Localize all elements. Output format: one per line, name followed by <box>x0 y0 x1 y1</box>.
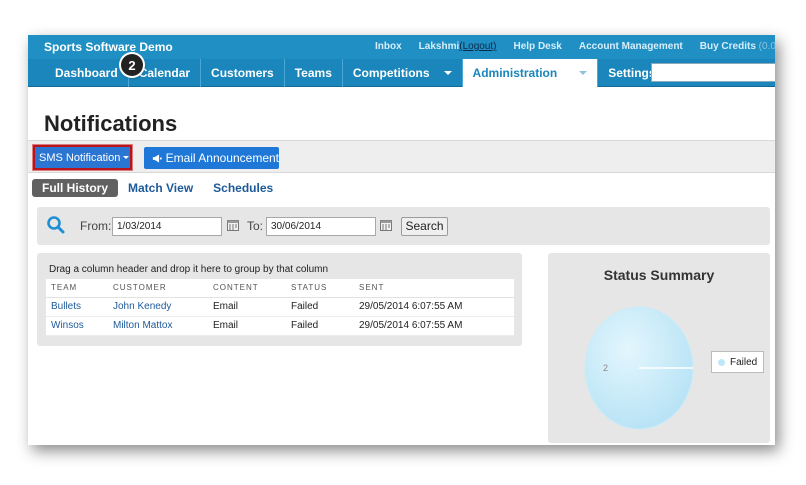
nav-search-input[interactable] <box>651 63 775 82</box>
cell-sent: 29/05/2014 6:07:55 AM <box>354 297 514 317</box>
tab-match-view[interactable]: Match View <box>118 179 203 197</box>
cell-content: Email <box>208 297 286 317</box>
nav-item-label: Competitions <box>352 66 430 80</box>
nav-item-label: Customers <box>211 66 274 80</box>
from-date-input[interactable] <box>112 217 222 236</box>
to-label: To: <box>247 219 264 233</box>
group-by-drop-zone[interactable]: Drag a column header and drop it here to… <box>49 264 328 275</box>
action-bar: SMS Notification Email Announcement <box>28 140 775 173</box>
tab-schedules[interactable]: Schedules <box>203 179 283 197</box>
page-title: Notifications <box>44 111 178 136</box>
pie-slice-label: 2 <box>603 363 608 373</box>
nav-item-label: Administration <box>472 66 558 80</box>
cell-customer[interactable]: John Kenedy <box>108 297 208 317</box>
nav-item-label: Calendar <box>138 66 191 80</box>
cell-content: Email <box>208 316 286 336</box>
cell-status: Failed <box>286 316 354 336</box>
nav-item-teams[interactable]: Teams <box>283 59 342 87</box>
cell-team[interactable]: Bullets <box>46 297 108 317</box>
nav-item-label: Dashboard <box>55 66 118 80</box>
logout-link[interactable]: (Logout) <box>459 41 496 52</box>
email-announcement-button[interactable]: Email Announcement <box>144 147 279 169</box>
notification-table: TEAM CUSTOMER CONTENT STATUS SENT Bullets Joh… <box>46 279 514 336</box>
buy-credits-link[interactable]: Buy Credits (0.0) <box>700 41 775 52</box>
brand-title: Sports Software Demo <box>44 40 173 54</box>
nav-item-administration[interactable]: Administration <box>461 59 598 87</box>
step-marker-badge: 2 <box>121 54 143 76</box>
user-menu[interactable]: Lakshmi(Logout) <box>419 41 497 52</box>
column-header-sent[interactable]: SENT <box>354 279 514 298</box>
table-row[interactable]: Winsos Milton Mattox Email Failed 29/05/2014… <box>46 316 514 336</box>
chevron-down-icon <box>579 71 588 75</box>
email-announcement-label: Email Announcement <box>165 151 279 165</box>
top-bar: Sports Software Demo Inbox Lakshmi(Logou… <box>28 35 775 59</box>
tab-full-history[interactable]: Full History <box>32 179 119 197</box>
app-window: Sports Software Demo Inbox Lakshmi(Logou… <box>28 35 775 445</box>
calendar-icon[interactable] <box>380 219 392 231</box>
chevron-down-icon <box>123 156 130 159</box>
nav-item-customers[interactable]: Customers <box>200 59 284 87</box>
column-header-content[interactable]: CONTENT <box>208 279 286 298</box>
table-row[interactable]: Bullets John Kenedy Email Failed 29/05/2014 … <box>46 297 514 317</box>
status-pie-chart: 2 <box>584 306 694 430</box>
sms-notification-button[interactable]: SMS Notification <box>33 145 132 170</box>
status-summary-title: Status Summary <box>603 267 715 283</box>
column-header-status[interactable]: STATUS <box>286 279 354 298</box>
nav-item-competitions[interactable]: Competitions <box>341 59 462 87</box>
megaphone-icon <box>152 154 162 162</box>
to-date-input[interactable] <box>266 217 376 236</box>
table-body: Bullets John Kenedy Email Failed 29/05/2014 … <box>46 297 514 336</box>
date-filter-bar: From: To: Search <box>37 207 770 245</box>
column-header-customer[interactable]: CUSTOMER <box>108 279 208 298</box>
cell-team[interactable]: Winsos <box>46 316 108 336</box>
cell-status: Failed <box>286 297 354 317</box>
from-label: From: <box>80 219 112 233</box>
cell-sent: 29/05/2014 6:07:55 AM <box>354 316 514 336</box>
buy-credits-label: Buy Credits <box>699 41 756 52</box>
cell-customer[interactable]: Milton Mattox <box>108 316 208 336</box>
chevron-down-icon <box>443 71 452 75</box>
search-button[interactable]: Search <box>401 217 448 236</box>
help-desk-link[interactable]: Help Desk <box>514 41 562 52</box>
legend-swatch <box>718 358 725 366</box>
calendar-icon[interactable] <box>227 219 239 231</box>
credits-balance: (0.0) <box>758 41 775 52</box>
account-management-link[interactable]: Account Management <box>579 41 683 52</box>
view-tabs: Full History Match View Schedules <box>32 179 283 197</box>
table-header-row: TEAM CUSTOMER CONTENT STATUS SENT <box>46 279 514 298</box>
nav-item-dashboard[interactable]: Dashboard <box>45 59 128 87</box>
top-links: Inbox Lakshmi(Logout) Help Desk Account … <box>375 41 775 52</box>
notification-grid: Drag a column header and drop it here to… <box>37 253 522 346</box>
chart-legend: Failed <box>711 351 765 373</box>
nav-item-label: Teams <box>294 66 332 80</box>
column-header-team[interactable]: TEAM <box>46 279 108 298</box>
inbox-link[interactable]: Inbox <box>375 41 402 52</box>
search-icon <box>47 216 65 234</box>
nav-item-label: Settings <box>608 66 656 80</box>
status-summary-panel: Status Summary 2 Failed <box>548 253 770 443</box>
user-name: Lakshmi <box>418 41 460 52</box>
sms-notification-label: SMS Notification <box>39 151 121 164</box>
legend-label-failed: Failed <box>730 356 758 368</box>
